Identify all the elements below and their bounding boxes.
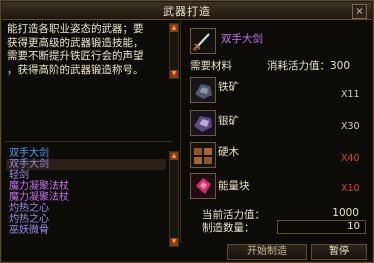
energy-value: 1000 (332, 207, 359, 219)
material-count: X10 (341, 183, 360, 194)
sword-icon (191, 29, 215, 53)
recipe-item[interactable]: 巫妖微骨 (6, 225, 166, 236)
pause-button[interactable]: 暂停 (311, 244, 367, 260)
window-title: 武器打造 (163, 5, 211, 18)
silver-ore-icon (191, 111, 215, 135)
material-slot[interactable] (190, 77, 216, 103)
material-slot[interactable] (190, 142, 216, 168)
energy-block-icon (191, 174, 215, 198)
material-name: 银矿 (218, 115, 239, 127)
scroll-down-icon[interactable]: ▼ (170, 238, 178, 246)
recipe-item[interactable]: 灼热之心 (6, 214, 166, 225)
description-line: ，获得高阶的武器锻造称号。 (7, 63, 144, 76)
quantity-label: 制造数量： (202, 222, 255, 234)
material-slot[interactable] (190, 110, 216, 136)
material-count: X30 (341, 121, 360, 132)
material-name: 铁矿 (218, 81, 239, 93)
divider (5, 141, 172, 142)
material-count: X40 (341, 153, 360, 164)
material-name: 能量块 (218, 180, 250, 192)
recipe-scrollbar[interactable]: ▲ ▼ (169, 151, 179, 247)
iron-ore-icon (191, 78, 215, 102)
scroll-up-icon[interactable]: ▲ (170, 24, 178, 32)
recipe-list: 双手大剑 双手大剑 轻剑 魔力凝聚法杖 魔力凝聚法杖 灼热之心 灼热之心 巫妖微… (6, 148, 166, 236)
material-slot[interactable] (190, 173, 216, 199)
scroll-up-icon[interactable]: ▲ (170, 152, 178, 160)
description-line: 获得更高级的武器锻造技能， (7, 36, 144, 49)
start-craft-button[interactable]: 开始制造 (227, 244, 307, 260)
description-text: 能打造各职业姿态的武器；要 获得更高级的武器锻造技能， 需要不断提升铁匠行会的声… (7, 23, 167, 77)
product-name: 双手大剑 (221, 33, 263, 45)
panel-divider (180, 19, 181, 243)
scroll-down-icon[interactable]: ▼ (170, 70, 178, 78)
materials-label: 需要材料 (190, 60, 232, 72)
description-line: 需要不断提升铁匠行会的声望 (7, 50, 144, 62)
material-name: 硬木 (218, 146, 239, 158)
description-line: 能打造各职业姿态的武器；要 (7, 23, 144, 35)
recipe-item[interactable]: 轻剑 (6, 170, 166, 181)
description-scrollbar[interactable]: ▲ ▼ (169, 23, 179, 79)
recipe-item[interactable]: 魔力凝聚法杖 (6, 192, 166, 203)
close-button[interactable]: × (352, 4, 367, 19)
forge-window: 武器打造 × 能打造各职业姿态的武器；要 获得更高级的武器锻造技能， 需要不断提… (0, 0, 374, 263)
recipe-item-selected[interactable]: 双手大剑 (6, 159, 166, 170)
product-slot[interactable] (190, 28, 216, 54)
recipe-item[interactable]: 双手大剑 (6, 148, 166, 159)
recipe-item[interactable]: 魔力凝聚法杖 (6, 181, 166, 192)
material-count: X11 (341, 89, 360, 100)
quantity-input[interactable]: 10 (277, 220, 366, 234)
title-bar[interactable]: 武器打造 × (2, 2, 372, 20)
hardwood-icon (191, 143, 215, 167)
energy-cost: 消耗活力值：300 (267, 60, 351, 72)
recipe-item[interactable]: 灼热之心 (6, 203, 166, 214)
